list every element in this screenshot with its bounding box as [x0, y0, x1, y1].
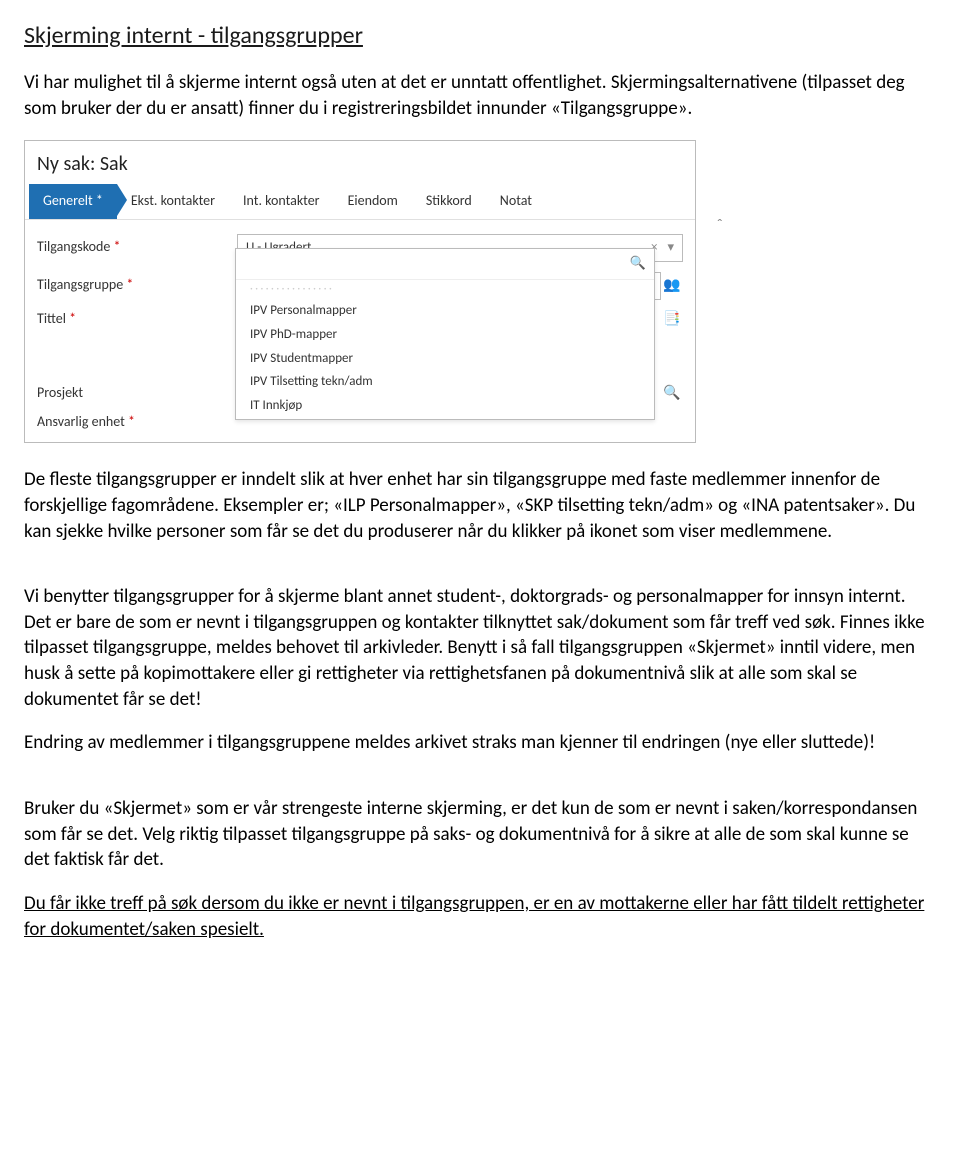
tilgangsgruppe-dropdown[interactable]: 🔍 · · · · · · · · · · · · · · · · IPV Pe… — [235, 248, 655, 421]
label-tilgangskode: Tilgangskode * — [37, 238, 237, 257]
app-window-title: Ny sak: Sak — [25, 141, 695, 184]
tab-ekst-kontakter[interactable]: Ekst. kontakter — [117, 184, 229, 219]
tab-int-kontakter[interactable]: Int. kontakter — [229, 184, 334, 219]
dropdown-item[interactable]: IPV Studentmapper — [236, 347, 654, 371]
group-icon[interactable]: 👥 — [661, 276, 683, 295]
intro-paragraph: Vi har mulighet til å skjerme internt og… — [24, 70, 936, 121]
dropdown-item[interactable]: IPV PhD-mapper — [236, 323, 654, 347]
tab-notat[interactable]: Notat — [486, 184, 546, 219]
paragraph-skjermet: Bruker du «Skjermet» som er vår strenges… — [24, 796, 936, 873]
dropdown-item-truncated[interactable]: · · · · · · · · · · · · · · · · — [236, 282, 654, 300]
search-icon[interactable]: 🔍 — [630, 255, 646, 273]
tab-eiendom[interactable]: Eiendom — [334, 184, 412, 219]
add-entry-icon[interactable]: 📑 — [661, 310, 683, 329]
label-tittel: Tittel * — [37, 310, 237, 329]
paragraph-usage: Vi benytter tilgangsgrupper for å skjerm… — [24, 584, 936, 712]
app-screenshot: Ny sak: Sak Generelt * Ekst. kontakter I… — [24, 140, 696, 444]
dropdown-item[interactable]: IPV Tilsetting tekn/adm — [236, 370, 654, 394]
dropdown-item[interactable]: IPV Personalmapper — [236, 299, 654, 323]
page-heading: Skjerming internt - tilgangsgrupper — [24, 20, 936, 52]
dropdown-list: · · · · · · · · · · · · · · · · IPV Pers… — [236, 280, 654, 420]
form-area: Tilgangskode * U - Ugradert × ▾ Tilgangs… — [25, 220, 695, 443]
label-ansvarlig-enhet: Ansvarlig enhet * — [37, 413, 237, 432]
label-prosjekt: Prosjekt — [37, 384, 237, 403]
dropdown-scrollbar[interactable]: ˆ — [717, 215, 723, 237]
paragraph-endring: Endring av medlemmer i tilgangsgruppene … — [24, 730, 936, 756]
search-prosjekt-icon[interactable]: 🔍 — [661, 384, 683, 403]
tab-bar: Generelt * Ekst. kontakter Int. kontakte… — [25, 184, 695, 220]
paragraph-warning: Du får ikke treff på søk dersom du ikke … — [24, 891, 936, 942]
tab-stikkord[interactable]: Stikkord — [412, 184, 486, 219]
chevron-down-icon[interactable]: ▾ — [667, 239, 674, 257]
paragraph-tilgangsgrupper-desc: De fleste tilgangsgrupper er inndelt sli… — [24, 467, 936, 544]
scroll-up-icon[interactable]: ˆ — [717, 215, 723, 237]
dropdown-item[interactable]: IT Innkjøp — [236, 394, 654, 418]
label-tilgangsgruppe: Tilgangsgruppe * — [37, 276, 237, 295]
dropdown-search-row[interactable]: 🔍 — [236, 249, 654, 280]
tab-generelt[interactable]: Generelt * — [29, 184, 117, 219]
screenshot-figure: Ny sak: Sak Generelt * Ekst. kontakter I… — [24, 140, 936, 444]
